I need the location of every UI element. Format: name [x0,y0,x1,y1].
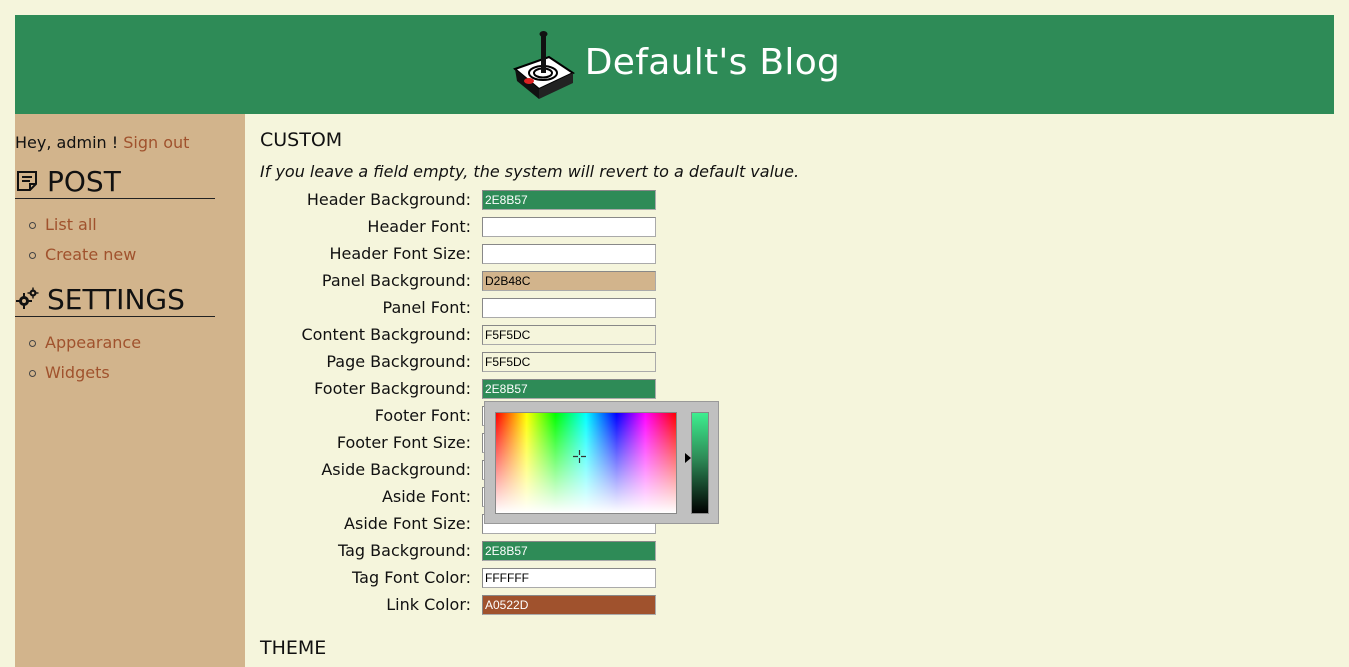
user-greeting: Hey, admin ! Sign out [15,133,189,152]
field-label: Footer Font Size: [336,433,471,452]
field-label: Header Font Size: [329,244,472,263]
settings-row: Header Background: 2E8B57 [260,189,740,211]
field-label: Panel Background: [321,271,471,290]
widgets-link[interactable]: Widgets [45,363,110,382]
field-label: Aside Font: [381,487,471,506]
list-all-link[interactable]: List all [45,215,97,234]
field-label: Header Background: [306,190,471,209]
settings-row: Content Background: F5F5DC [260,324,740,346]
settings-row: Tag Background: 2E8B57 [260,540,740,562]
empty-field-note: If you leave a field empty, the system w… [260,162,800,181]
hue-saturation-area[interactable] [495,412,677,514]
color-value-input[interactable]: 2E8B57 [482,190,656,210]
field-label: Footer Background: [314,379,471,398]
sign-out-link[interactable]: Sign out [123,133,189,152]
color-value-input[interactable]: F5F5DC [482,352,656,372]
color-value-input[interactable]: 2E8B57 [482,541,656,561]
field-label: Tag Font Color: [352,568,471,587]
settings-heading-label: SETTINGS [47,282,185,316]
color-value-input[interactable]: FFFFFF [482,568,656,588]
field-label: Page Background: [326,352,471,371]
custom-heading: CUSTOM [260,129,343,151]
field-label: Content Background: [301,325,471,344]
sidebar-item-create-new[interactable]: Create new [28,244,136,274]
field-label: Header Font: [367,217,471,236]
color-value-input[interactable] [482,217,656,237]
theme-heading: THEME [260,637,327,659]
sidebar-item-list-all[interactable]: List all [28,214,136,244]
joystick-icon [512,30,575,99]
color-value-input[interactable]: F5F5DC [482,325,656,345]
post-menu: List all Create new [28,214,136,274]
field-label: Link Color: [386,595,471,614]
color-value-input[interactable] [482,244,656,264]
settings-row: Link Color: A0522D [260,594,740,616]
color-picker-popup[interactable] [484,401,719,524]
crosshair-icon [573,450,586,463]
settings-row: Header Font Size: [260,243,740,265]
note-icon [17,171,37,191]
color-value-input[interactable]: D2B48C [482,271,656,291]
settings-row: Page Background: F5F5DC [260,351,740,373]
site-header: Default's Blog [15,15,1334,114]
settings-row: Panel Font: [260,297,740,319]
color-value-input[interactable] [482,298,656,318]
settings-row: Header Font: [260,216,740,238]
color-value-input[interactable]: 2E8B57 [482,379,656,399]
field-label: Panel Font: [382,298,471,317]
create-new-link[interactable]: Create new [45,245,136,264]
sidebar-heading-settings: SETTINGS [15,282,215,317]
settings-menu: Appearance Widgets [28,332,141,392]
settings-row: Footer Background: 2E8B57 [260,378,740,400]
field-label: Footer Font: [374,406,471,425]
sidebar-heading-post: POST [15,164,215,199]
site-title: Default's Blog [584,42,841,83]
value-slider[interactable] [691,412,709,514]
field-label: Tag Background: [337,541,471,560]
sidebar-item-widgets[interactable]: Widgets [28,362,141,392]
gears-icon [16,287,39,309]
greeting-text: Hey, admin ! [15,133,119,152]
post-heading-label: POST [47,164,121,198]
settings-row: Panel Background: D2B48C [260,270,740,292]
settings-row: Tag Font Color: FFFFFF [260,567,740,589]
appearance-link[interactable]: Appearance [45,333,141,352]
sidebar-item-appearance[interactable]: Appearance [28,332,141,362]
color-value-input[interactable]: A0522D [482,595,656,615]
field-label: Aside Background: [321,460,471,479]
field-label: Aside Font Size: [344,514,471,533]
